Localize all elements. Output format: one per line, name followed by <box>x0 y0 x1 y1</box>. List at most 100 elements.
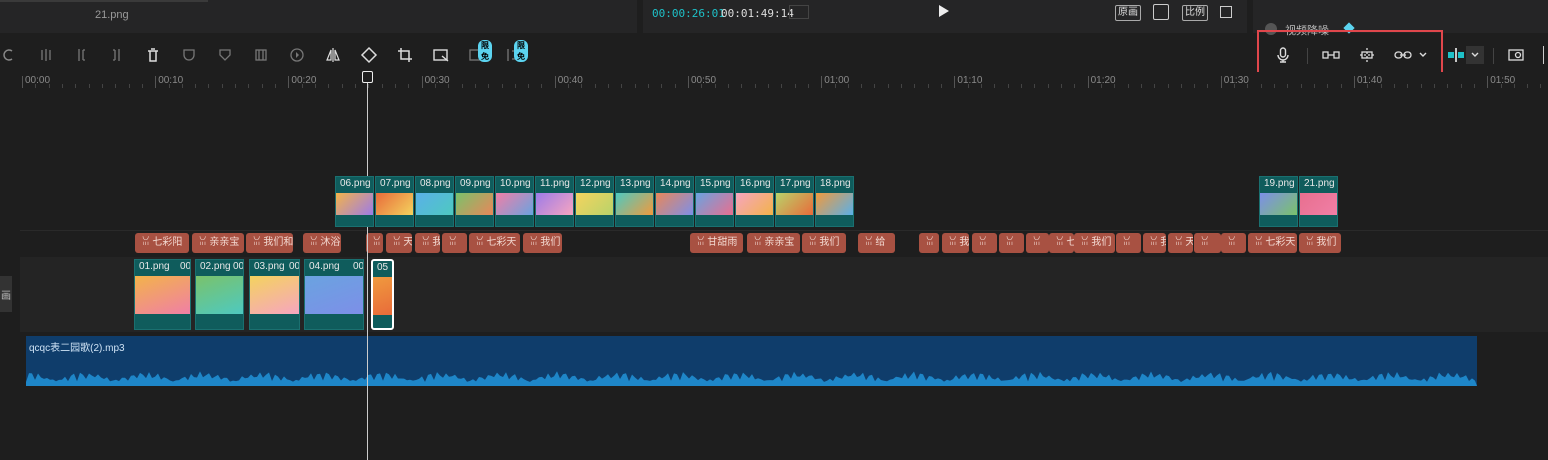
main-clip[interactable]: 05 <box>371 259 394 330</box>
overlay-clip[interactable]: 18.png <box>815 176 854 227</box>
subtitle-clip[interactable]: ꈍ 亲亲宝 <box>192 233 244 253</box>
reverse-play-icon[interactable] <box>288 46 306 64</box>
main-clip[interactable]: 01.png 00 <box>134 259 191 330</box>
ruler-minor-tick <box>701 84 703 88</box>
audio-clip[interactable]: qcqc表二园歌(2).mp3 <box>26 336 1477 386</box>
ruler-minor-tick <box>648 84 650 88</box>
subtitle-clip[interactable]: ꈍ 甘甜雨 <box>690 233 743 253</box>
audio-clip-name: qcqc表二园歌(2).mp3 <box>29 343 125 354</box>
overlay-clip[interactable]: 15.png <box>695 176 734 227</box>
smart-crop-icon[interactable] <box>432 46 450 64</box>
zoom-slider-icon[interactable] <box>1543 46 1548 64</box>
mask-icon[interactable] <box>180 46 198 64</box>
grid-icon[interactable] <box>789 5 809 19</box>
overlay-clip[interactable]: 14.png <box>655 176 694 227</box>
subtitle-clip[interactable]: ꈍ 亲亲宝 <box>747 233 800 253</box>
overlay-clip[interactable]: 09.png <box>455 176 494 227</box>
subtitle-clip[interactable]: ꈍ 我 <box>1143 233 1166 253</box>
media-panel: 21.png <box>0 0 637 33</box>
fullscreen-icon[interactable] <box>1220 6 1232 18</box>
play-icon[interactable] <box>939 5 949 17</box>
subtitle-clip[interactable]: ꈍ 沐浴 <box>303 233 341 253</box>
subtitle-clip[interactable]: ꈍ <box>1221 233 1246 253</box>
ai-extend-icon[interactable]: 限免 <box>504 40 528 64</box>
subtitle-clip[interactable]: ꈍ 七彩体 <box>1049 233 1074 253</box>
ruler-label: 01:20 <box>1090 75 1116 86</box>
subtitle-clip[interactable]: ꈍ <box>999 233 1024 253</box>
subtitle-clip[interactable]: ꈍ <box>366 233 383 253</box>
subtitle-clip[interactable]: ꈍ <box>919 233 939 253</box>
mirror-icon[interactable] <box>324 46 342 64</box>
media-divider <box>0 0 208 2</box>
ai-caption-icon[interactable]: 限免 <box>468 40 492 64</box>
subtitle-clip[interactable]: ꈍ 我们 <box>523 233 562 253</box>
main-clip[interactable]: 03.png 00 <box>249 259 300 330</box>
subtitle-clip[interactable]: ꈍ 我 <box>415 233 440 253</box>
overlay-clip[interactable]: 08.png <box>415 176 454 227</box>
overlay-clip[interactable]: 21.png <box>1299 176 1338 227</box>
ruler-tick <box>1354 76 1355 88</box>
free-badge: 限免 <box>514 40 528 62</box>
ratio-button[interactable]: 比例 <box>1182 5 1208 21</box>
rotate-icon[interactable] <box>360 46 378 64</box>
subtitle-clip[interactable]: ꈍ 天 <box>1168 233 1193 253</box>
ruler-minor-tick <box>235 84 237 88</box>
fullscreen-focus-icon[interactable] <box>1153 4 1169 20</box>
subtitle-clip[interactable]: ꈍ 七彩天 <box>1248 233 1297 253</box>
subtitle-clip[interactable]: ꈍ <box>972 233 997 253</box>
playhead[interactable] <box>367 72 368 460</box>
subtitle-clip[interactable]: ꈍ <box>1026 233 1049 253</box>
preview-axis-icon[interactable] <box>1446 46 1466 64</box>
ruler-tick <box>1487 76 1489 88</box>
overlay-clip[interactable]: 06.png <box>335 176 374 227</box>
ruler-minor-tick <box>35 84 37 88</box>
media-file-name[interactable]: 21.png <box>95 9 129 21</box>
subtitle-clip[interactable]: ꈍ 我 <box>942 233 969 253</box>
overlay-clip[interactable]: 19.png <box>1259 176 1298 227</box>
chevron-down-icon[interactable] <box>1466 46 1484 64</box>
overlay-clip[interactable]: 12.png <box>575 176 614 227</box>
subtitle-clip[interactable]: ꈍ 我们 <box>1074 233 1115 253</box>
main-clip[interactable]: 04.png 00 <box>304 259 364 330</box>
original-quality-button[interactable]: 原画 <box>1115 5 1141 21</box>
ruler-tick <box>954 76 956 88</box>
subtitle-clip[interactable]: ꈍ 天 <box>386 233 412 253</box>
subtitle-clip[interactable]: ꈍ 我们 <box>1299 233 1341 253</box>
clip-name: 16.png <box>740 178 771 189</box>
split-icon[interactable] <box>37 46 55 64</box>
clip-name: 14.png <box>660 178 691 189</box>
overlay-clip[interactable]: 13.png <box>615 176 654 227</box>
freeze-icon[interactable] <box>252 46 270 64</box>
delete-icon[interactable] <box>144 46 162 64</box>
time-ruler[interactable]: 00:00 00:10 00:20 00:30 00:40 00:50 01:00 01:10… <box>20 72 1548 90</box>
subtitle-clip[interactable]: ꈍ <box>1194 233 1221 253</box>
overlay-clip[interactable]: 11.png <box>535 176 574 227</box>
subtitle-clip[interactable]: ꈍ 七彩天 <box>469 233 520 253</box>
trim-left-icon[interactable] <box>72 46 90 64</box>
overlay-clip[interactable]: 17.png <box>775 176 814 227</box>
playhead-handle[interactable] <box>362 71 373 83</box>
ruler-minor-tick <box>1167 84 1169 88</box>
overlay-clip[interactable]: 07.png <box>375 176 414 227</box>
ruler-label: 01:10 <box>957 75 983 86</box>
main-clip[interactable]: 02.png 00 <box>195 259 244 330</box>
redo-icon[interactable] <box>0 46 18 64</box>
overlay-clip[interactable]: 10.png <box>495 176 534 227</box>
clip-duration: 00 <box>180 261 191 272</box>
subtitle-clip[interactable]: ꈍ 我们和 <box>246 233 293 253</box>
overlay-clip[interactable]: 16.png <box>735 176 774 227</box>
trim-right-icon[interactable] <box>108 46 126 64</box>
clip-name: 07.png <box>380 178 411 189</box>
subtitle-clip[interactable]: ꈍ <box>442 233 467 253</box>
subtitle-clip[interactable]: ꈍ <box>1116 233 1141 253</box>
subtitle-clip[interactable]: ꈍ 我们 <box>802 233 846 253</box>
clip-name: 10.png <box>500 178 531 189</box>
subtitle-clip[interactable]: ꈍ 给 <box>858 233 895 253</box>
crop-icon[interactable] <box>396 46 414 64</box>
shield-icon[interactable] <box>216 46 234 64</box>
clip-thumbnail <box>576 193 613 215</box>
track-label[interactable]: 画 <box>0 276 12 312</box>
zoom-fit-icon[interactable] <box>1507 46 1525 64</box>
subtitle-clip[interactable]: ꈍ 七彩阳 <box>135 233 189 253</box>
ruler-minor-tick <box>1540 84 1542 88</box>
